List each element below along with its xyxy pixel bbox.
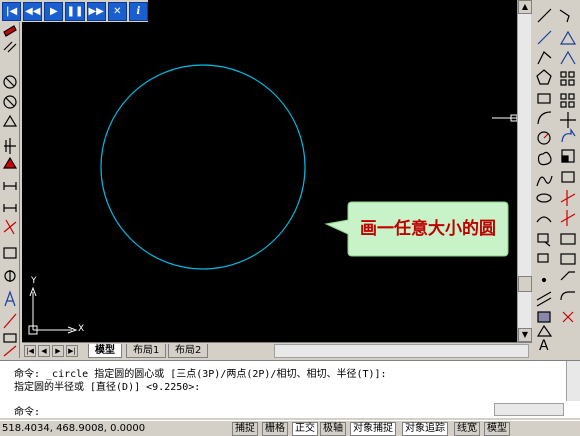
spline-icon[interactable] (536, 175, 553, 187)
svg-text:A: A (539, 338, 549, 354)
play-icon[interactable]: ▶ (44, 2, 64, 21)
rectangle-icon[interactable] (537, 93, 551, 104)
last-tab-icon[interactable]: ▶| (66, 345, 78, 357)
polyline-icon[interactable] (537, 51, 552, 65)
construction-line-icon[interactable] (537, 30, 552, 45)
ucs-y-label: Y (31, 276, 37, 286)
circle-icon[interactable] (537, 131, 551, 145)
array3-icon[interactable] (560, 93, 575, 108)
extend2-icon[interactable] (560, 210, 576, 226)
coordinate-readout: 518.4034, 468.9008, 0.0000 (2, 423, 146, 434)
revcloud-icon[interactable] (537, 151, 552, 166)
canvas-horizontal-scrollbar[interactable] (274, 344, 529, 358)
stretch-icon[interactable] (3, 204, 17, 212)
otrack-toggle[interactable]: 对象追踪 (402, 422, 448, 436)
command-horizontal-scrollbar[interactable] (494, 403, 564, 416)
next-tab-icon[interactable]: ▶ (52, 345, 64, 357)
join-icon[interactable] (560, 253, 576, 265)
player-controls: |◀ ◀◀ ▶ ❚❚ ▶▶ ✕ i (0, 0, 148, 22)
chamfer2-icon[interactable] (560, 271, 575, 281)
snap-toggle[interactable]: 捕捉 (232, 422, 258, 436)
copy-object-icon[interactable] (559, 9, 570, 23)
layout-tabs-bar: |◀ ◀ ▶ ▶| 模型 布局1 布局2 (22, 342, 532, 358)
region-icon[interactable] (536, 324, 553, 337)
prev-tab-icon[interactable]: ◀ (38, 345, 50, 357)
scale-icon[interactable] (3, 182, 17, 190)
copy-icon[interactable] (3, 41, 17, 53)
chamfer-icon[interactable] (3, 313, 17, 329)
mirror2-icon[interactable] (559, 30, 577, 45)
callout-tooltip: 画一任意大小的圆 (322, 198, 512, 260)
lineweight-toggle[interactable]: 线宽 (454, 422, 480, 436)
skip-back-icon[interactable]: |◀ (2, 2, 22, 21)
draw-toolbars: A (533, 0, 580, 360)
fillet2-icon[interactable] (560, 291, 575, 301)
ucs-icon (28, 286, 78, 335)
array-icon[interactable] (2, 114, 18, 127)
scroll-up-icon[interactable]: ▲ (518, 0, 532, 14)
info-icon[interactable]: i (128, 2, 148, 21)
ucs-x-label: X (78, 324, 85, 334)
ellipse-arc-icon[interactable] (536, 216, 552, 223)
trim-icon[interactable] (3, 219, 17, 235)
ortho-toggle[interactable]: 正交 (292, 422, 318, 436)
break2-icon[interactable] (560, 233, 576, 245)
tab-model[interactable]: 模型 (88, 344, 122, 358)
text-icon[interactable] (4, 290, 16, 307)
explode2-icon[interactable] (562, 311, 574, 323)
command-history-line-2: 指定圆的半径或 [直径(D)] <9.2250>: (14, 382, 201, 393)
make-block-icon[interactable] (537, 253, 549, 263)
ellipse-icon[interactable] (536, 193, 552, 203)
insert-block-icon[interactable] (537, 233, 551, 247)
fast-forward-icon[interactable]: ▶▶ (86, 2, 106, 21)
mirror-icon[interactable] (3, 75, 17, 89)
stretch2-icon[interactable] (561, 171, 575, 183)
offset2-icon[interactable] (560, 50, 576, 65)
drawing-canvas[interactable]: Y X 画一任意大小的圆 (22, 0, 517, 342)
scroll-down-icon[interactable]: ▼ (518, 328, 532, 342)
move2-icon[interactable] (560, 112, 576, 128)
pause-icon[interactable]: ❚❚ (65, 2, 85, 21)
arc-icon[interactable] (537, 111, 552, 125)
erase-icon[interactable] (3, 25, 17, 37)
array2-icon[interactable] (560, 71, 575, 86)
scroll-thumb[interactable] (518, 276, 532, 292)
command-window[interactable]: 命令: _circle 指定圆的圆心或 [三点(3P)/两点(2P)/相切、相切… (0, 360, 580, 418)
polar-toggle[interactable]: 极轴 (320, 422, 346, 436)
canvas-vertical-scrollbar[interactable]: ▲ ▼ (517, 0, 532, 342)
modify-toolbar (0, 22, 20, 358)
hatch-icon[interactable] (536, 291, 552, 307)
close-icon[interactable]: ✕ (107, 2, 127, 21)
model-toggle[interactable]: 模型 (484, 422, 510, 436)
point-icon[interactable] (541, 277, 547, 283)
polygon-icon[interactable] (536, 69, 552, 85)
break-icon[interactable] (4, 270, 16, 282)
extend-icon[interactable] (3, 247, 17, 259)
command-prompt[interactable]: 命令: (14, 403, 40, 418)
first-tab-icon[interactable]: |◀ (24, 345, 36, 357)
multiline-text-icon[interactable]: A (539, 338, 549, 354)
osnap-toggle[interactable]: 对象捕捉 (350, 422, 396, 436)
rotate2-icon[interactable] (561, 128, 576, 143)
scale2-icon[interactable] (561, 149, 575, 163)
rotate-icon[interactable] (2, 156, 18, 169)
status-bar: 518.4034, 468.9008, 0.0000 捕捉 栅格 正交 极轴 对… (0, 420, 580, 436)
gradient-icon[interactable] (537, 311, 551, 323)
tab-layout2[interactable]: 布局2 (168, 344, 209, 358)
command-vertical-scrollbar[interactable] (566, 361, 580, 401)
grid-toggle[interactable]: 栅格 (262, 422, 288, 436)
move-icon[interactable] (4, 138, 16, 154)
fillet-icon[interactable] (3, 333, 17, 343)
rewind-icon[interactable]: ◀◀ (23, 2, 43, 21)
offset-icon[interactable] (3, 95, 17, 109)
drawn-circle (100, 64, 306, 270)
trim2-icon[interactable] (560, 190, 576, 206)
callout-text: 画一任意大小的圆 (360, 219, 496, 239)
tab-layout1[interactable]: 布局1 (126, 344, 167, 358)
explode-icon[interactable] (3, 345, 17, 357)
line-icon[interactable] (537, 8, 552, 23)
autocad-window: |◀ ◀◀ ▶ ❚❚ ▶▶ ✕ i Y X 画一任意大小的圆 ▲ ▼ A |◀ … (0, 0, 580, 436)
crosshair-cursor (492, 114, 517, 122)
